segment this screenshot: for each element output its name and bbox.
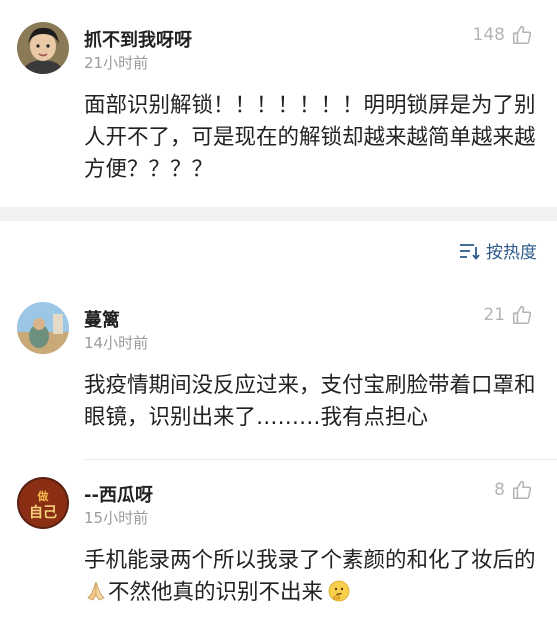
like-count: 8 [494,480,505,500]
comment-text: 我疫情期间没反应过来，支付宝刷脸带着口罩和眼镜，识别出来了………我有点担心 [84,373,536,430]
timestamp: 21小时前 [84,54,149,72]
like-count: 21 [483,305,505,325]
sort-by-heat-button[interactable]: 按热度 [458,238,537,263]
comment-item: 抓不到我呀呀 21小时前 148 面部识别解锁！！！！！！！明明锁屏是为了别人开… [0,0,557,207]
avatar-image: 做 自己 [17,477,69,529]
thumbs-up-icon [512,305,532,325]
thumbs-up-icon [512,25,532,45]
comment-separator [84,459,557,460]
svg-text:自己: 自己 [29,504,57,521]
avatar[interactable]: 做 自己 [17,477,69,529]
svg-text:做: 做 [37,489,50,503]
comment-item: 蔓篱 14小时前 21 我疫情期间没反应过来，支付宝刷脸带着口罩和眼镜，识别出来… [0,290,557,460]
username[interactable]: 蔓篱 [84,306,120,332]
username[interactable]: 抓不到我呀呀 [84,26,192,52]
sort-label: 按热度 [486,243,537,263]
comment-text-part: 不然他真的识别不出来 [108,580,324,605]
thinking-face-icon [328,580,350,602]
timestamp: 14小时前 [84,334,149,352]
like-count: 148 [472,25,505,45]
avatar-image [17,22,69,74]
like-button[interactable]: 148 [473,24,533,46]
praying-hands-icon [87,581,105,601]
avatar[interactable] [17,22,69,74]
timestamp: 15小时前 [84,509,149,527]
section-divider [0,207,557,221]
comment-text: 手机能录两个所以我录了个素颜的和化了妆后的 不然他真的识别不出来 [84,545,536,609]
like-button[interactable]: 8 [494,479,533,501]
avatar[interactable] [17,302,69,354]
avatar-image [17,302,69,354]
sort-icon [460,243,480,260]
thumbs-up-icon [512,480,532,500]
comment-item: 做 自己 --西瓜呀 15小时前 8 手机能录两个所以我录了个素颜的和化了妆后的… [0,465,557,621]
username[interactable]: --西瓜呀 [84,481,153,507]
like-button[interactable]: 21 [483,304,533,326]
comment-text-part: 手机能录两个所以我录了个素颜的和化了妆后的 [84,548,536,573]
comment-text: 面部识别解锁！！！！！！！明明锁屏是为了别人开不了，可是现在的解锁却越来越简单越… [84,93,536,182]
